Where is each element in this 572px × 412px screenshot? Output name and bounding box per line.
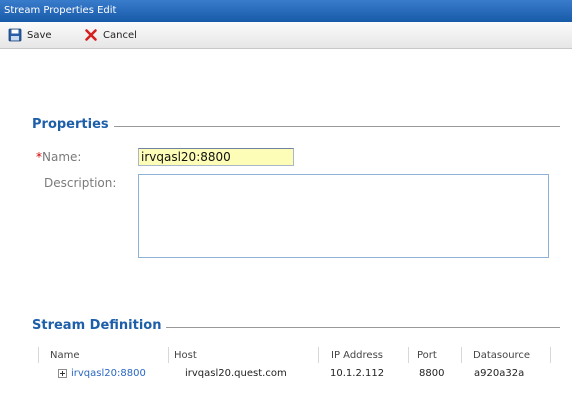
description-label: Description:	[44, 176, 117, 190]
column-header-port[interactable]: Port	[417, 347, 437, 365]
stream-definition-section-title: Stream Definition	[32, 318, 167, 333]
table-row[interactable]: irvqasl20:8800 irvqasl20.quest.com 10.1.…	[40, 365, 558, 383]
column-header-datasource[interactable]: Datasource	[473, 347, 530, 365]
row-name-link[interactable]: irvqasl20:8800	[71, 368, 146, 379]
row-name-cell: irvqasl20:8800	[58, 365, 146, 383]
stream-definition-grid: Name Host IP Address Port Datasource irv…	[38, 347, 558, 383]
floppy-disk-icon	[8, 28, 22, 42]
name-label-text: Name:	[42, 150, 82, 164]
properties-section-title: Properties	[32, 117, 114, 132]
column-header-ip-address[interactable]: IP Address	[331, 347, 383, 365]
window-title-bar: Stream Properties Edit	[0, 0, 572, 22]
row-ip-cell: 10.1.2.112	[330, 368, 385, 379]
toolbar: Save Cancel	[0, 22, 572, 49]
window-title: Stream Properties Edit	[4, 5, 117, 16]
grid-header-row: Name Host IP Address Port Datasource	[40, 347, 558, 365]
cancel-button[interactable]: Cancel	[84, 27, 137, 43]
save-button-label: Save	[27, 29, 52, 41]
save-button[interactable]: Save	[8, 27, 52, 43]
column-header-host[interactable]: Host	[174, 347, 197, 365]
name-field[interactable]	[138, 148, 294, 166]
row-datasource-cell: a920a32a	[474, 368, 525, 379]
description-field[interactable]	[138, 174, 549, 258]
cancel-button-label: Cancel	[103, 29, 137, 41]
name-label: *Name:	[36, 150, 81, 164]
red-x-icon	[84, 28, 98, 42]
stream-properties-edit-window: Stream Properties Edit Save Cancel Prope…	[0, 0, 572, 412]
row-port-cell: 8800	[419, 368, 445, 379]
properties-section-rule	[108, 126, 560, 127]
row-host-cell: irvqasl20.quest.com	[185, 368, 287, 379]
expand-plus-icon[interactable]	[58, 368, 67, 378]
stream-definition-section-rule	[160, 327, 560, 328]
column-divider	[38, 347, 39, 363]
column-header-name[interactable]: Name	[50, 347, 80, 365]
